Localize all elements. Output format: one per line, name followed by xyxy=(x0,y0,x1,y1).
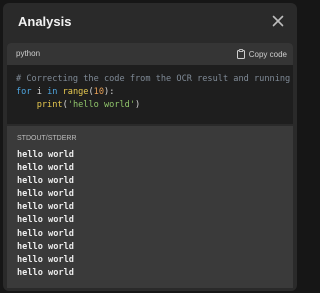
output-panel: STDOUT/STDERR hello world hello world he… xyxy=(7,126,293,288)
close-icon xyxy=(272,15,284,27)
code-line-3: print('hello world') xyxy=(16,99,293,112)
output-line: hello world xyxy=(17,189,74,200)
code-string: 'hello world' xyxy=(67,100,136,110)
clipboard-icon xyxy=(236,49,245,59)
code-keyword-for: for xyxy=(16,87,32,97)
code-comment: # Correcting the code from the OCR resul… xyxy=(16,74,293,84)
code-function-print: print xyxy=(36,100,63,110)
output-line: hello world xyxy=(17,254,74,265)
close-button[interactable] xyxy=(269,12,287,30)
output-line: hello world xyxy=(17,228,74,239)
copy-code-button[interactable]: Copy code xyxy=(236,47,287,61)
output-line: hello world xyxy=(17,241,74,252)
code-line-2: for i in range(10): xyxy=(16,86,293,99)
output-line: hello world xyxy=(17,215,74,226)
dialog-title: Analysis xyxy=(18,14,72,29)
code-paren-close-colon: ): xyxy=(104,87,115,97)
output-line: hello world xyxy=(17,267,74,278)
code-language-label: python xyxy=(16,49,41,58)
dialog-header: Analysis xyxy=(3,3,297,41)
code-block: python Copy code # Correcting the code f… xyxy=(7,43,293,124)
output-lines: hello world hello world hello world hell… xyxy=(17,149,74,280)
code-variable: i xyxy=(31,87,48,97)
output-line: hello world xyxy=(17,202,74,213)
code-function-range: range xyxy=(62,87,89,97)
code-number: 10 xyxy=(93,87,105,97)
output-line: hello world xyxy=(17,176,74,187)
output-line: hello world xyxy=(17,163,74,174)
code-print-paren-close: ) xyxy=(135,100,141,110)
analysis-dialog: Analysis python Copy code # Correcting t… xyxy=(3,3,297,291)
code-keyword-in: in xyxy=(47,87,58,97)
code-content: # Correcting the code from the OCR resul… xyxy=(16,73,293,112)
code-block-header: python Copy code xyxy=(7,43,293,65)
copy-code-label: Copy code xyxy=(248,49,287,59)
code-line-1: # Correcting the code from the OCR resul… xyxy=(16,73,293,86)
output-line: hello world xyxy=(17,150,74,160)
output-label: STDOUT/STDERR xyxy=(17,135,77,142)
